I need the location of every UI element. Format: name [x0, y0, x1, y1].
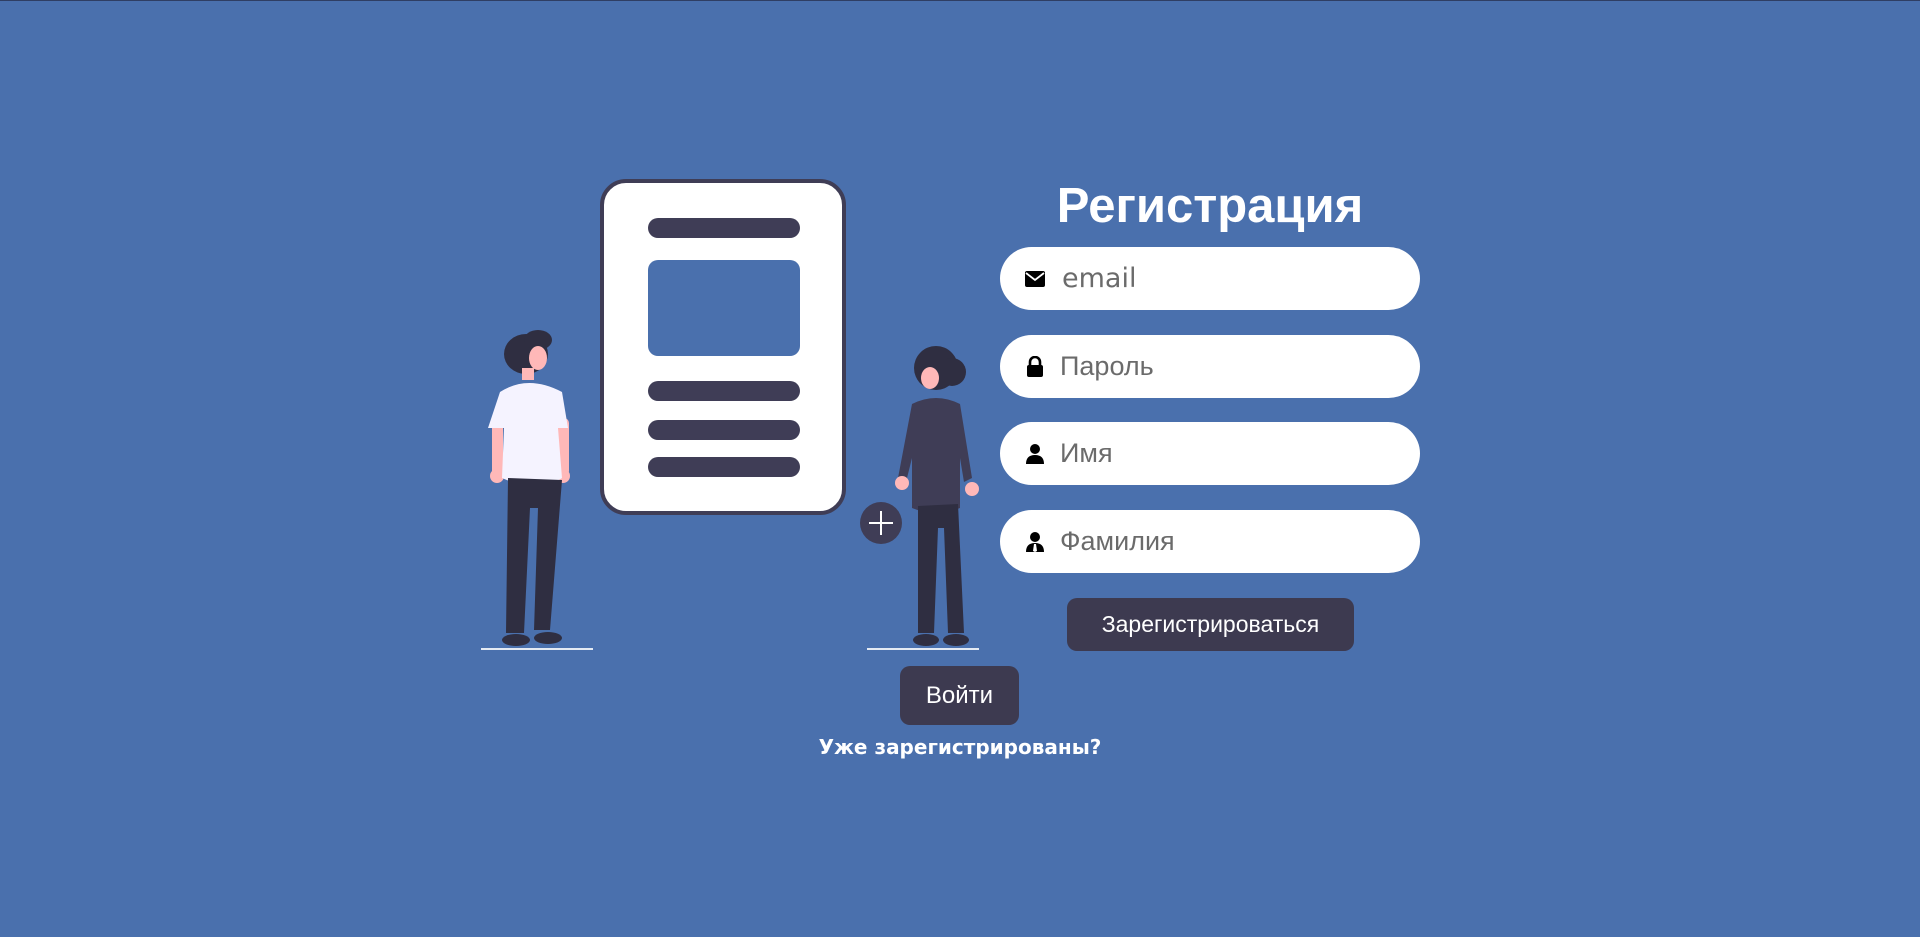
last-name-field-wrapper[interactable]: [1000, 510, 1420, 573]
lock-icon: [1024, 355, 1046, 378]
register-button[interactable]: Зарегистрироваться: [1067, 598, 1354, 651]
email-field[interactable]: [1062, 247, 1402, 310]
password-field-wrapper[interactable]: [1000, 335, 1420, 398]
user-icon: [1024, 443, 1046, 465]
page-title: Регистрация: [1056, 179, 1364, 233]
user-tie-icon: [1024, 531, 1046, 553]
person-left-figure: [481, 330, 593, 650]
first-name-field-wrapper[interactable]: [1000, 422, 1420, 485]
already-registered-text: Уже зарегистрированы?: [818, 735, 1102, 759]
form-document-icon: [600, 179, 846, 515]
signup-illustration: [481, 179, 979, 650]
last-name-field[interactable]: [1060, 510, 1400, 573]
envelope-icon: [1024, 268, 1046, 290]
login-button[interactable]: Войти: [900, 666, 1019, 725]
email-field-wrapper[interactable]: [1000, 247, 1420, 310]
person-right-figure: [860, 346, 979, 650]
top-border: [0, 0, 1920, 1]
password-field[interactable]: [1060, 335, 1400, 398]
first-name-field[interactable]: [1060, 422, 1400, 485]
